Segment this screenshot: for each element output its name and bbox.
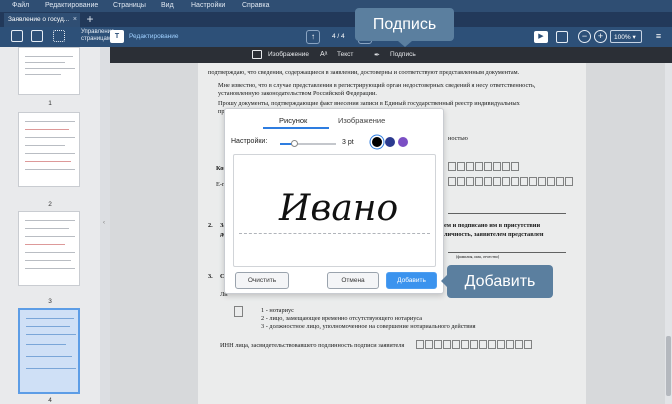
edit-text-icon[interactable]: T — [110, 30, 124, 43]
text-icon[interactable]: Aᵃ — [320, 51, 327, 58]
zoom-in-button[interactable]: + — [594, 30, 607, 43]
clear-button[interactable]: Очистить — [235, 272, 289, 289]
new-tab-button[interactable]: + — [83, 13, 97, 26]
signature-baseline — [239, 233, 430, 234]
scrollbar-thumb[interactable] — [666, 336, 671, 396]
tab-image[interactable]: Изображение — [338, 116, 385, 125]
main-toolbar: Управление страницами T Редактирование ↑… — [0, 27, 672, 47]
color-swatch-black[interactable] — [372, 137, 382, 147]
print-icon[interactable] — [31, 30, 43, 42]
menu-view[interactable]: Вид — [161, 2, 174, 9]
pen-icon[interactable]: ✒ — [374, 51, 380, 59]
close-tab-icon[interactable]: × — [73, 16, 77, 23]
menu-bar: Файл Редактирование Страницы Вид Настрой… — [0, 0, 672, 12]
document-tab[interactable]: Заявление о госуд... × — [4, 13, 80, 27]
thumbnail-number-3: 3 — [48, 298, 52, 305]
thumbnail-number-4: 4 — [48, 397, 52, 404]
insert-text-tool[interactable]: Текст — [337, 51, 353, 58]
color-swatch-navy[interactable] — [385, 137, 395, 147]
thumbnail-number-2: 2 — [48, 201, 52, 208]
color-swatch-purple[interactable] — [398, 137, 408, 147]
page-indicator[interactable]: 4 / 4 — [332, 33, 345, 40]
page-layout-icon[interactable] — [556, 31, 568, 43]
settings-label: Настройки: — [231, 138, 268, 145]
view-mode-icon[interactable]: ▶ — [534, 31, 548, 43]
hamburger-menu-icon[interactable]: ≡ — [652, 30, 665, 43]
zoom-value: 100% — [614, 34, 631, 41]
menu-settings[interactable]: Настройки — [191, 2, 225, 9]
signature-dialog: Рисунок Изображение Настройки: 3 pt Иван… — [224, 108, 444, 294]
thumbnail-page-3[interactable] — [18, 211, 80, 286]
callout-arrow — [398, 41, 412, 47]
drawn-signature: Иванов — [278, 188, 397, 229]
tab-bar: Заявление о госуд... × + — [0, 12, 672, 27]
menu-pages[interactable]: Страницы — [113, 2, 146, 9]
insert-signature-tool[interactable]: Подпись — [390, 51, 416, 58]
thumbnail-page-1[interactable] — [18, 47, 80, 95]
tab-draw[interactable]: Рисунок — [279, 116, 307, 125]
document-tab-title: Заявление о госуд... — [8, 16, 70, 23]
insert-image-tool[interactable]: Изображение — [268, 51, 309, 58]
grid-icon[interactable] — [53, 30, 65, 42]
edit-mode-label[interactable]: Редактирование — [129, 33, 179, 40]
zoom-select[interactable]: 100% ▾ — [610, 30, 642, 43]
menu-help[interactable]: Справка — [242, 2, 269, 9]
splitter-handle-icon[interactable]: ‹ — [103, 220, 107, 228]
thickness-slider-handle[interactable] — [291, 140, 298, 147]
image-icon[interactable] — [252, 50, 262, 59]
signature-text: Иванов — [278, 188, 397, 229]
zoom-out-button[interactable]: − — [578, 30, 591, 43]
callout-signature: Подпись — [355, 8, 454, 41]
active-tab-underline — [263, 127, 329, 129]
menu-file[interactable]: Файл — [12, 2, 29, 9]
callout-add: Добавить — [447, 265, 553, 298]
edit-subtoolbar: Изображение Aᵃ Текст ✒ Подпись — [110, 47, 672, 63]
save-icon[interactable] — [11, 30, 23, 42]
thumbnail-page-2[interactable] — [18, 112, 80, 187]
previous-page-button[interactable]: ↑ — [306, 30, 320, 44]
thumbnail-number-1: 1 — [48, 100, 52, 107]
thickness-value: 3 pt — [342, 139, 354, 146]
add-button[interactable]: Добавить — [386, 272, 437, 289]
cancel-button[interactable]: Отмена — [327, 272, 379, 289]
chevron-down-icon: ▾ — [632, 34, 636, 41]
menu-edit[interactable]: Редактирование — [45, 2, 98, 9]
thumbnail-page-4-selected[interactable] — [18, 308, 80, 394]
